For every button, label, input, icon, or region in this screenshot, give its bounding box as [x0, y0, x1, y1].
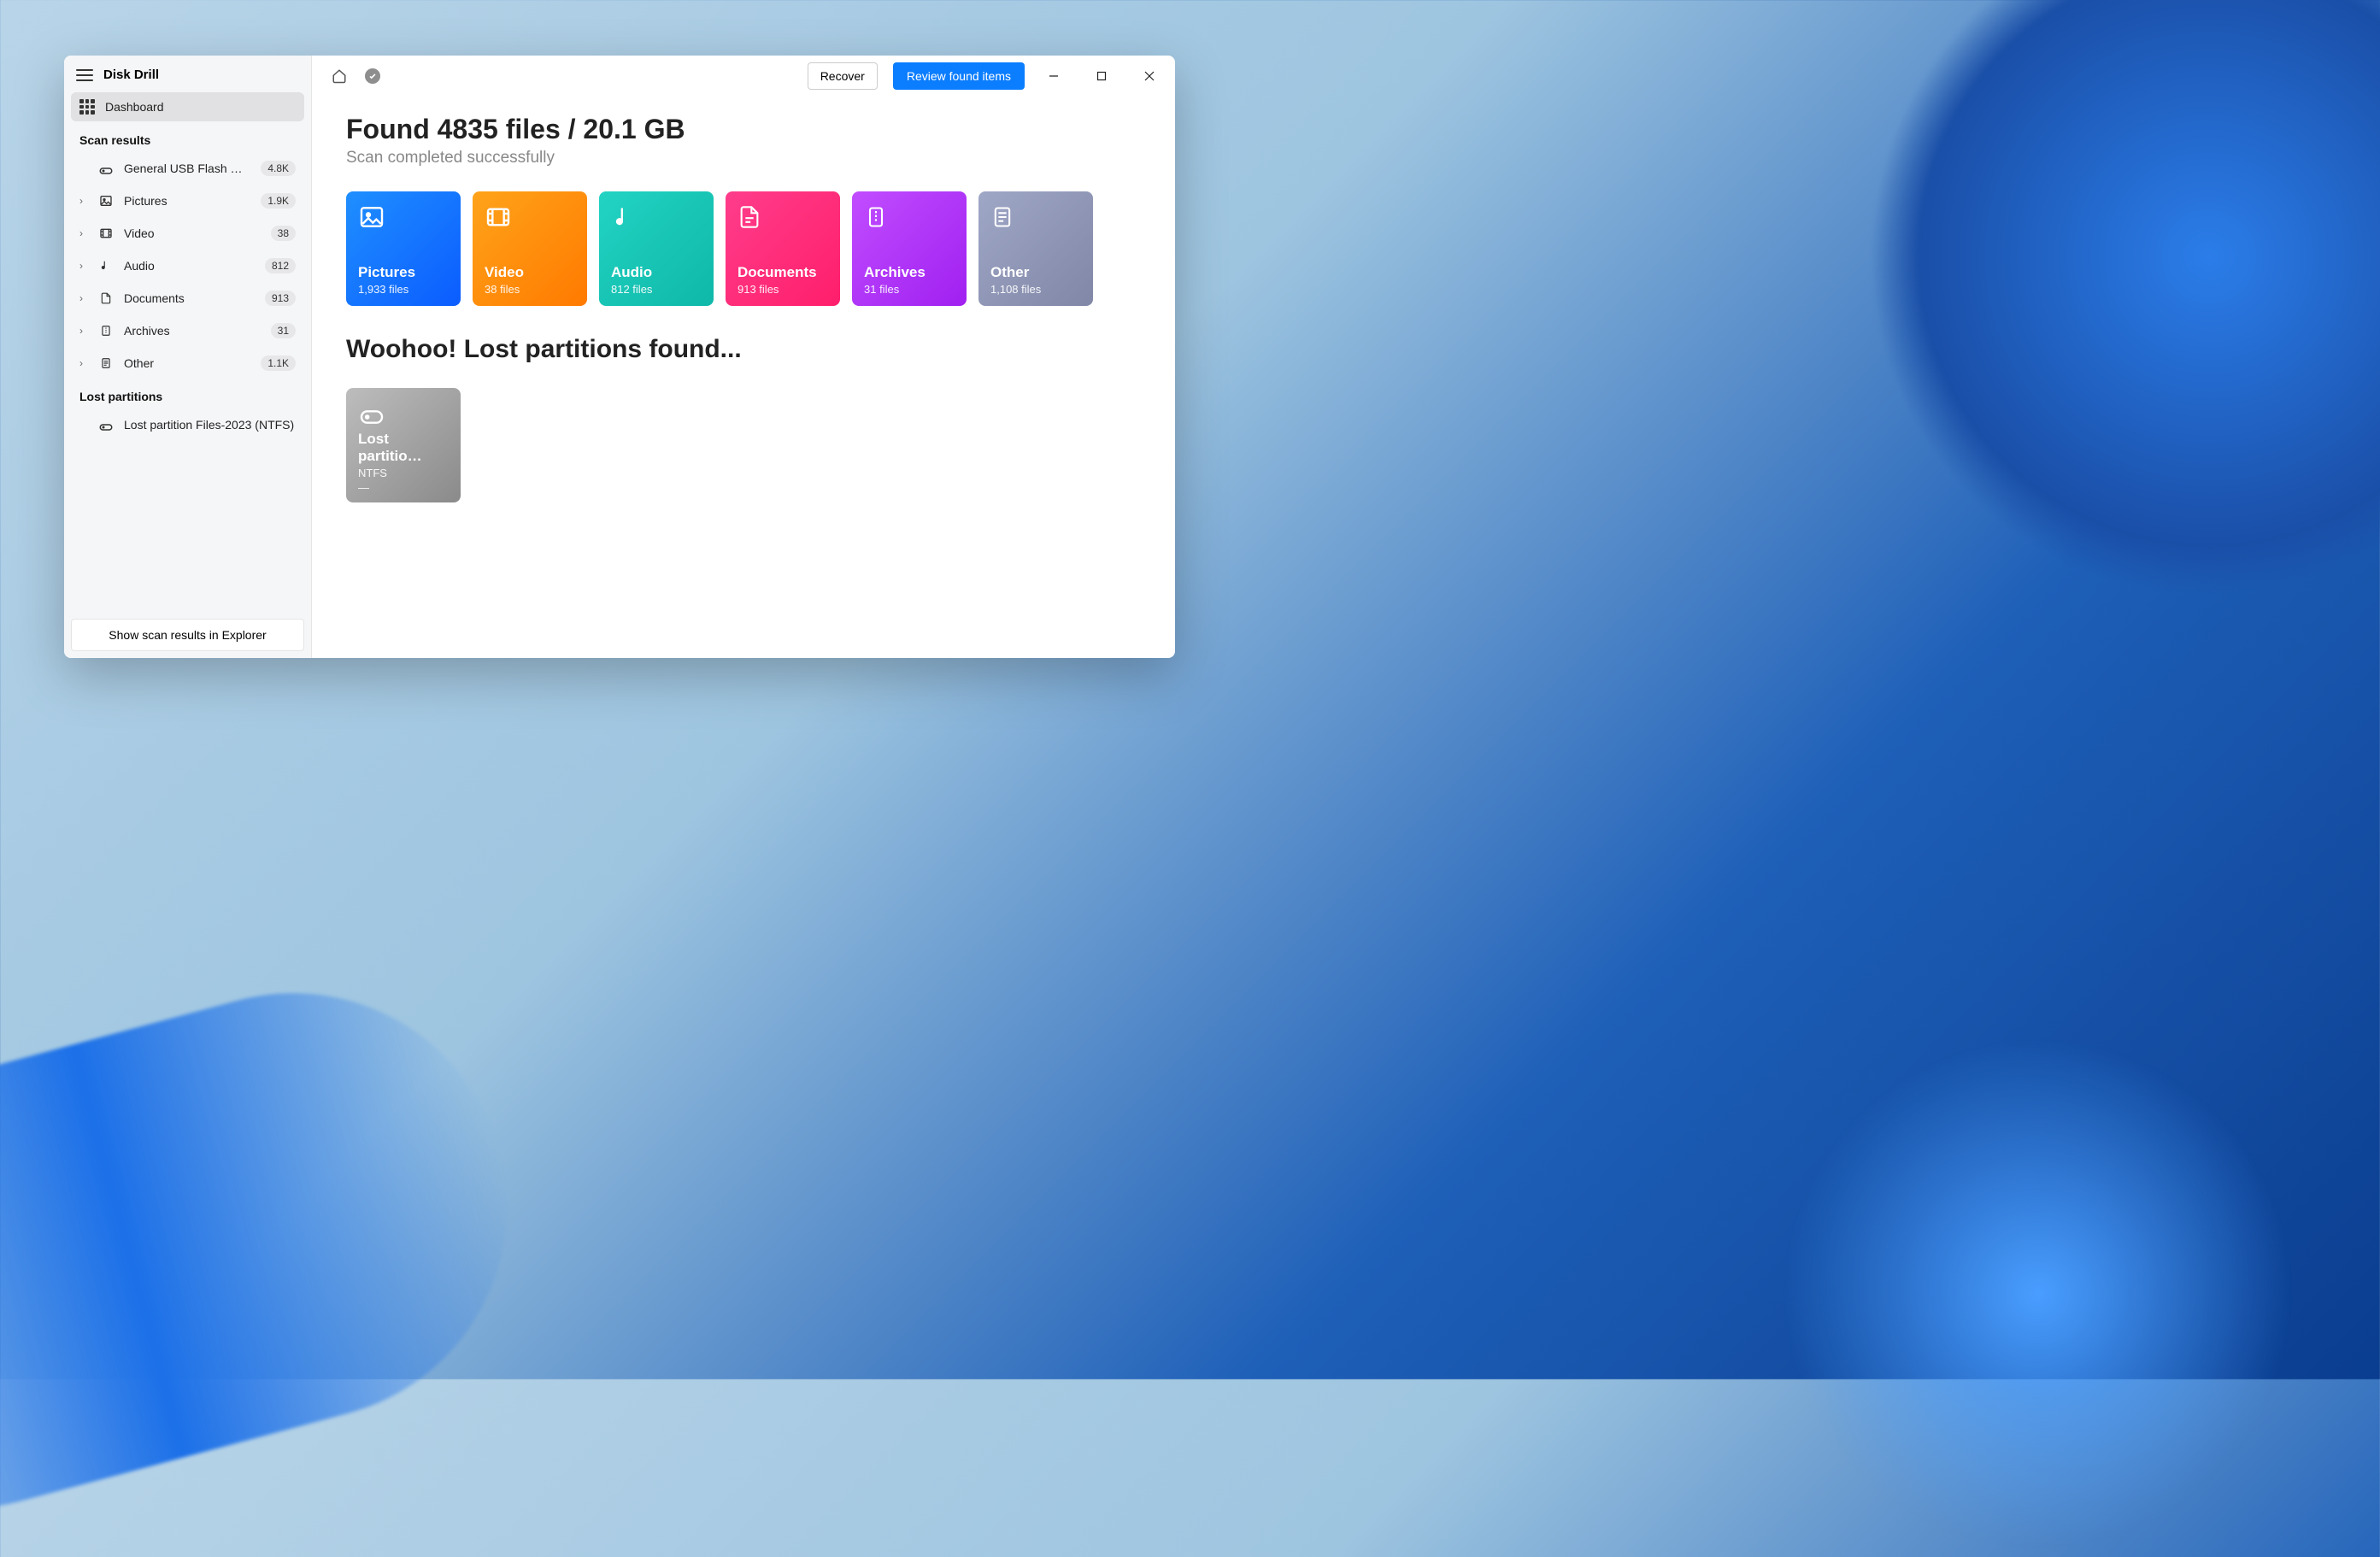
sidebar-item-pictures[interactable]: › Pictures 1.9K: [71, 186, 304, 215]
chevron-right-icon: ›: [79, 357, 88, 369]
card-title: Audio: [611, 264, 702, 281]
film-icon: [485, 203, 575, 234]
card-size: —: [358, 481, 449, 494]
chevron-right-icon: ›: [79, 227, 88, 239]
count-badge: 38: [271, 226, 296, 241]
card-audio[interactable]: Audio 812 files: [599, 191, 714, 306]
review-found-items-button[interactable]: Review found items: [893, 62, 1025, 90]
chevron-right-icon: ›: [79, 260, 88, 272]
section-scan-results: Scan results: [64, 123, 311, 152]
sidebar: Disk Drill Dashboard Scan results › Gene…: [64, 56, 312, 658]
sidebar-item-dashboard[interactable]: Dashboard: [71, 92, 304, 121]
count-badge: 31: [271, 323, 296, 338]
chevron-right-icon: ›: [79, 292, 88, 304]
sidebar-item-lost-partition[interactable]: › Lost partition Files-2023 (NTFS): [71, 410, 304, 439]
sidebar-header: Disk Drill: [64, 56, 311, 91]
main-pane: Recover Review found items Found 4835 fi…: [312, 56, 1175, 658]
sidebar-item-archives[interactable]: › Archives 31: [71, 316, 304, 345]
image-icon: [98, 194, 114, 208]
card-title: Lost partitio…: [358, 431, 449, 465]
lost-partitions-heading: Woohoo! Lost partitions found...: [346, 335, 1141, 364]
card-title: Documents: [738, 264, 828, 281]
window-close-button[interactable]: [1131, 63, 1168, 89]
section-lost-partitions: Lost partitions: [64, 379, 311, 408]
dashboard-icon: [79, 99, 95, 115]
sidebar-item-documents[interactable]: › Documents 913: [71, 284, 304, 313]
window-maximize-button[interactable]: [1083, 63, 1120, 89]
card-other[interactable]: Other 1,108 files: [978, 191, 1093, 306]
home-button[interactable]: [327, 64, 351, 88]
sidebar-item-label: General USB Flash Disk…: [124, 162, 250, 175]
music-note-icon: [611, 203, 702, 234]
count-badge: 1.1K: [261, 355, 296, 371]
sidebar-item-video[interactable]: › Video 38: [71, 219, 304, 248]
card-subtitle: 913 files: [738, 283, 828, 296]
card-subtitle: 812 files: [611, 283, 702, 296]
card-lost-partition[interactable]: Lost partitio… NTFS —: [346, 388, 461, 502]
document-icon: [738, 203, 828, 234]
content: Found 4835 files / 20.1 GB Scan complete…: [312, 97, 1175, 520]
category-cards: Pictures 1,933 files Video 38 files Audi…: [346, 191, 1141, 306]
card-subtitle: 1,108 files: [990, 283, 1081, 296]
recover-button[interactable]: Recover: [808, 62, 878, 90]
drive-icon: [98, 417, 114, 432]
count-badge: 812: [265, 258, 296, 273]
document-icon: [98, 291, 114, 305]
sidebar-item-label: Dashboard: [105, 100, 296, 114]
app-window: Disk Drill Dashboard Scan results › Gene…: [64, 56, 1175, 658]
summary-subhead: Scan completed successfully: [346, 149, 1141, 167]
sidebar-item-label: Archives: [124, 324, 261, 338]
count-badge: 4.8K: [261, 161, 296, 176]
drive-icon: [358, 400, 449, 431]
sidebar-item-label: Video: [124, 226, 261, 240]
archive-icon: [864, 203, 955, 234]
card-documents[interactable]: Documents 913 files: [726, 191, 840, 306]
sidebar-item-label: Audio: [124, 259, 255, 273]
menu-icon[interactable]: [76, 69, 93, 81]
status-check-icon: [365, 68, 380, 84]
card-fs: NTFS: [358, 467, 449, 479]
card-pictures[interactable]: Pictures 1,933 files: [346, 191, 461, 306]
drive-icon: [98, 161, 114, 176]
card-title: Pictures: [358, 264, 449, 281]
show-in-explorer-button[interactable]: Show scan results in Explorer: [71, 619, 304, 651]
count-badge: 913: [265, 291, 296, 306]
card-subtitle: 38 files: [485, 283, 575, 296]
card-archives[interactable]: Archives 31 files: [852, 191, 967, 306]
chevron-right-icon: ›: [79, 325, 88, 337]
sidebar-item-label: Pictures: [124, 194, 250, 208]
card-subtitle: 1,933 files: [358, 283, 449, 296]
card-title: Archives: [864, 264, 955, 281]
file-icon: [990, 203, 1081, 234]
music-note-icon: [98, 259, 114, 273]
titlebar: Recover Review found items: [312, 56, 1175, 97]
count-badge: 1.9K: [261, 193, 296, 209]
card-title: Other: [990, 264, 1081, 281]
card-subtitle: 31 files: [864, 283, 955, 296]
partition-cards: Lost partitio… NTFS —: [346, 388, 1141, 502]
sidebar-item-device[interactable]: › General USB Flash Disk… 4.8K: [71, 154, 304, 183]
sidebar-item-other[interactable]: › Other 1.1K: [71, 349, 304, 378]
sidebar-item-label: Lost partition Files-2023 (NTFS): [124, 418, 296, 432]
sidebar-item-audio[interactable]: › Audio 812: [71, 251, 304, 280]
film-icon: [98, 226, 114, 240]
sidebar-item-label: Documents: [124, 291, 255, 305]
card-title: Video: [485, 264, 575, 281]
sidebar-item-label: Other: [124, 356, 250, 370]
chevron-right-icon: ›: [79, 195, 88, 207]
window-minimize-button[interactable]: [1035, 63, 1072, 89]
archive-icon: [98, 324, 114, 338]
summary-headline: Found 4835 files / 20.1 GB: [346, 114, 1141, 145]
card-video[interactable]: Video 38 files: [473, 191, 587, 306]
image-icon: [358, 203, 449, 234]
app-title: Disk Drill: [103, 68, 159, 82]
file-icon: [98, 356, 114, 370]
